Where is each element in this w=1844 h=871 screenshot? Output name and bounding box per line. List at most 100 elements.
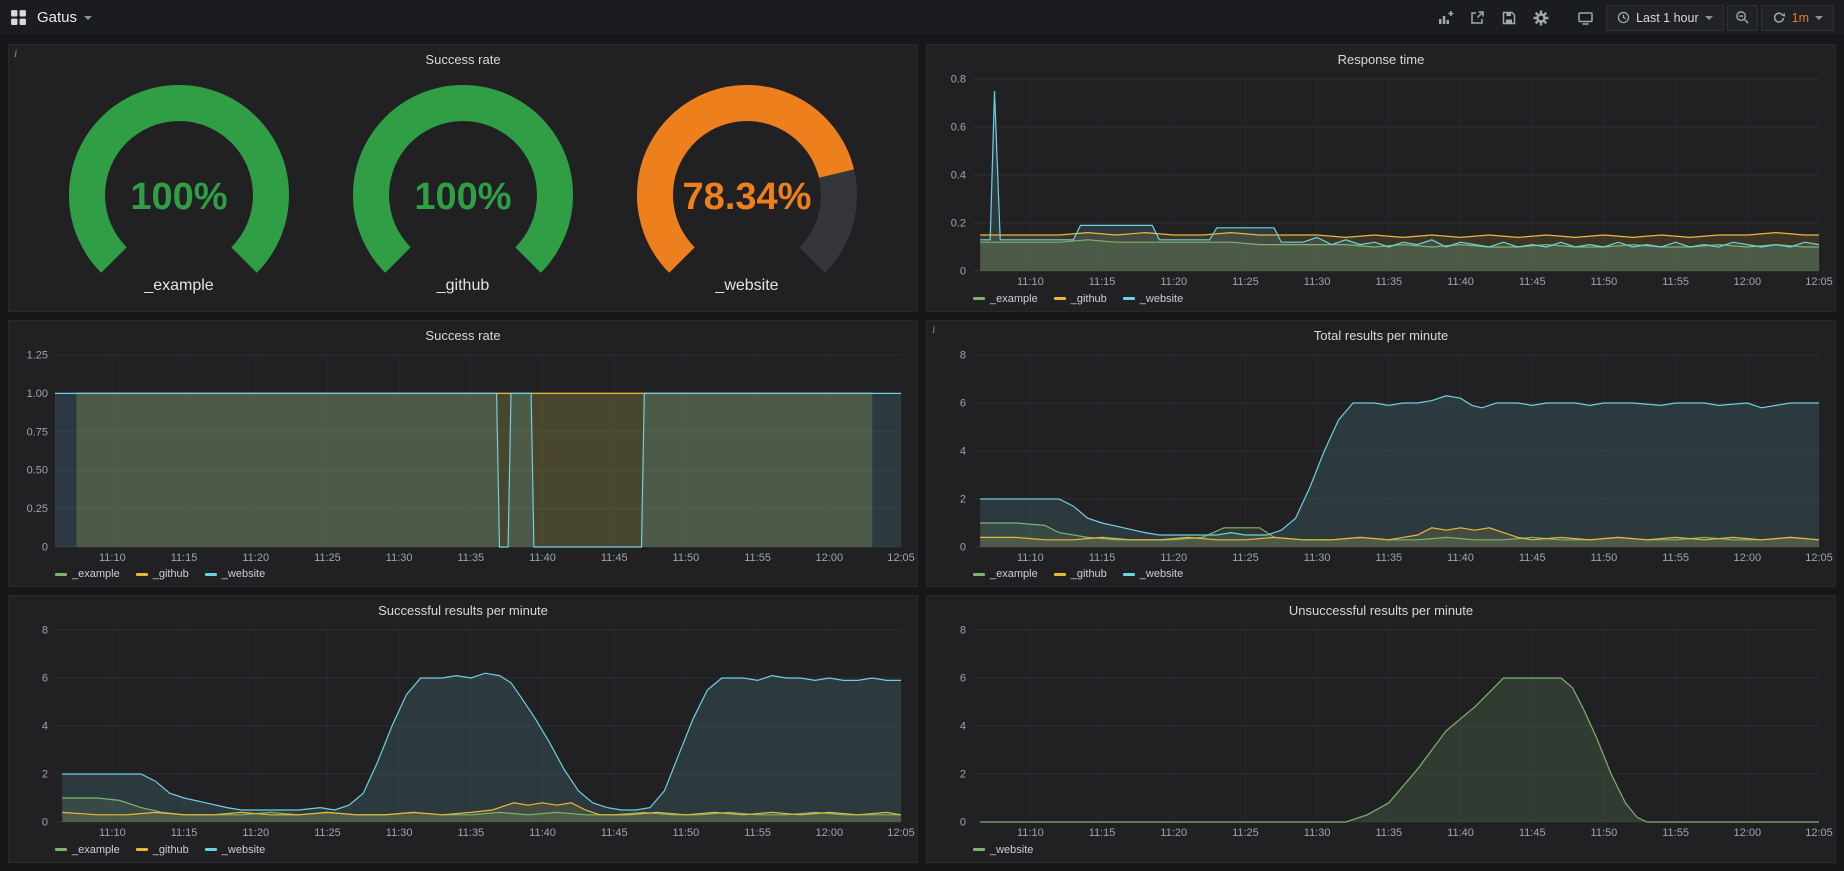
legend-item-_example[interactable]: _example — [55, 844, 120, 856]
svg-text:11:10: 11:10 — [99, 552, 126, 564]
legend-swatch — [55, 573, 67, 576]
legend-item-_website[interactable]: _website — [973, 844, 1033, 856]
legend-swatch — [205, 848, 217, 851]
svg-text:12:05: 12:05 — [1805, 827, 1833, 839]
panel-title[interactable]: Total results per minute — [935, 323, 1827, 347]
legend-swatch — [973, 848, 985, 851]
svg-text:0.4: 0.4 — [951, 170, 966, 182]
panel-title[interactable]: Success rate — [17, 47, 909, 71]
settings-button[interactable] — [1526, 5, 1556, 31]
svg-text:0: 0 — [960, 541, 966, 553]
svg-text:11:25: 11:25 — [314, 827, 341, 839]
dashboard-grid: i Success rate 100% _example 100%_github78… — [0, 36, 1844, 871]
legend-swatch — [55, 848, 67, 851]
svg-text:11:10: 11:10 — [1017, 276, 1044, 288]
panel-title[interactable]: Response time — [935, 47, 1827, 71]
svg-text:11:15: 11:15 — [171, 827, 198, 839]
legend-item-_example[interactable]: _example — [973, 293, 1038, 305]
add-panel-button[interactable] — [1430, 5, 1460, 31]
svg-text:8: 8 — [960, 349, 966, 361]
legend-item-_website[interactable]: _website — [205, 568, 265, 580]
svg-text:0.8: 0.8 — [951, 74, 966, 86]
zoom-out-icon — [1735, 10, 1750, 25]
svg-text:11:50: 11:50 — [1591, 827, 1618, 839]
time-range-picker[interactable]: Last 1 hour — [1606, 5, 1724, 31]
dashboard-grid-icon[interactable] — [10, 9, 27, 26]
svg-text:12:05: 12:05 — [1805, 276, 1833, 288]
chart-svg: 11:1011:1511:2011:2511:3011:3511:4011:45… — [935, 71, 1827, 289]
share-button[interactable] — [1462, 5, 1492, 31]
svg-text:4: 4 — [42, 721, 48, 733]
svg-text:0: 0 — [42, 541, 48, 553]
gauge-row: 100% _example 100%_github78.34%_website — [17, 71, 909, 309]
chart-svg: 11:1011:1511:2011:2511:3011:3511:4011:45… — [935, 622, 1827, 840]
svg-text:100%: 100% — [414, 176, 511, 218]
gauge-_website: 78.34%_website — [622, 85, 872, 295]
chart-svg: 11:1011:1511:2011:2511:3011:3511:4011:45… — [17, 347, 909, 565]
dashboard-title-dropdown[interactable]: Gatus — [37, 9, 92, 26]
svg-text:11:20: 11:20 — [242, 827, 269, 839]
share-icon — [1469, 10, 1485, 26]
svg-text:0: 0 — [960, 817, 966, 829]
response-time-chart[interactable]: 11:1011:1511:2011:2511:3011:3511:4011:45… — [935, 71, 1827, 289]
svg-text:8: 8 — [42, 625, 48, 637]
gauge-_github: 100%_github — [338, 85, 588, 295]
legend-item-_example[interactable]: _example — [973, 568, 1038, 580]
svg-text:1.25: 1.25 — [27, 349, 48, 361]
svg-text:12:05: 12:05 — [887, 827, 915, 839]
legend-item-_github[interactable]: _github — [136, 844, 189, 856]
panel-title[interactable]: Success rate — [17, 323, 909, 347]
refresh-picker[interactable]: 1m — [1761, 5, 1834, 31]
svg-text:11:30: 11:30 — [1304, 276, 1331, 288]
success-rate-chart[interactable]: 11:1011:1511:2011:2511:3011:3511:4011:45… — [17, 347, 909, 565]
unsuccessful-results-chart[interactable]: 11:1011:1511:2011:2511:3011:3511:4011:45… — [935, 622, 1827, 840]
refresh-icon — [1772, 11, 1786, 25]
svg-text:11:15: 11:15 — [1089, 276, 1116, 288]
gauge-label: _example — [144, 277, 213, 295]
svg-text:11:35: 11:35 — [457, 827, 484, 839]
legend-swatch — [1123, 297, 1135, 300]
legend-item-_github[interactable]: _github — [1054, 568, 1107, 580]
zoom-out-button[interactable] — [1727, 5, 1758, 31]
svg-text:4: 4 — [960, 445, 966, 457]
chart-svg: 11:1011:1511:2011:2511:3011:3511:4011:45… — [17, 622, 909, 840]
svg-text:11:45: 11:45 — [601, 827, 628, 839]
svg-text:11:55: 11:55 — [1662, 552, 1689, 564]
legend-item-_website[interactable]: _website — [1123, 568, 1183, 580]
dashboard-title: Gatus — [37, 9, 77, 26]
legend-item-_website[interactable]: _website — [1123, 293, 1183, 305]
panel-title[interactable]: Unsuccessful results per minute — [935, 598, 1827, 622]
chart-legend: _example _github _website — [17, 564, 909, 584]
chart-legend: _example _github _website — [935, 564, 1827, 584]
svg-text:11:40: 11:40 — [1447, 552, 1474, 564]
legend-item-_github[interactable]: _github — [136, 568, 189, 580]
panel-successful-results: Successful results per minute 11:1011:15… — [8, 595, 918, 863]
panel-title[interactable]: Successful results per minute — [17, 598, 909, 622]
legend-item-_website[interactable]: _website — [205, 844, 265, 856]
settings-gear-icon — [1533, 10, 1549, 26]
legend-item-_github[interactable]: _github — [1054, 293, 1107, 305]
panel-response-time: Response time 11:1011:1511:2011:2511:301… — [926, 44, 1836, 312]
svg-text:0.50: 0.50 — [27, 464, 48, 476]
svg-text:12:00: 12:00 — [1734, 276, 1762, 288]
svg-text:0.6: 0.6 — [951, 122, 966, 134]
total-results-chart[interactable]: 11:1011:1511:2011:2511:3011:3511:4011:45… — [935, 347, 1827, 565]
refresh-interval-label: 1m — [1792, 11, 1809, 25]
svg-text:1.00: 1.00 — [27, 388, 48, 400]
svg-text:11:40: 11:40 — [1447, 827, 1474, 839]
clock-icon — [1617, 11, 1630, 24]
gauge-label: _website — [715, 277, 778, 295]
panel-info-icon[interactable]: i — [932, 322, 935, 337]
panel-info-icon[interactable]: i — [14, 46, 17, 61]
save-button[interactable] — [1494, 5, 1524, 31]
svg-text:11:50: 11:50 — [673, 827, 700, 839]
panel-success-rate-gauges: i Success rate 100% _example 100%_github78… — [8, 44, 918, 312]
svg-text:11:20: 11:20 — [1160, 827, 1187, 839]
kiosk-mode-button[interactable] — [1570, 5, 1600, 31]
legend-swatch — [136, 848, 148, 851]
successful-results-chart[interactable]: 11:1011:1511:2011:2511:3011:3511:4011:45… — [17, 622, 909, 840]
svg-text:11:35: 11:35 — [1375, 552, 1402, 564]
legend-item-_example[interactable]: _example — [55, 568, 120, 580]
svg-text:11:45: 11:45 — [1519, 276, 1546, 288]
svg-text:12:00: 12:00 — [1734, 827, 1762, 839]
